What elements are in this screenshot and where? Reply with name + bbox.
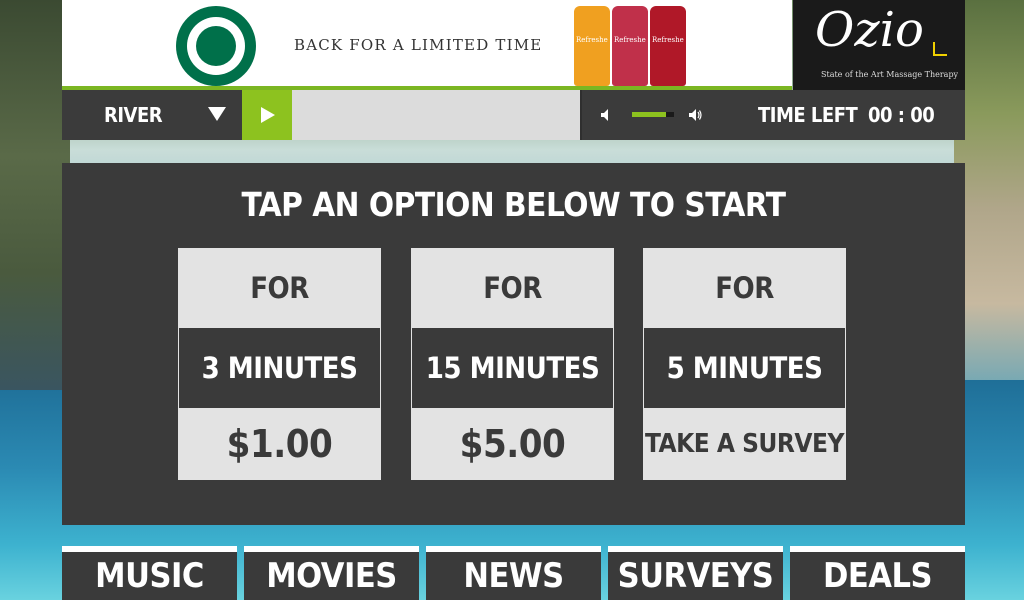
nav-surveys-button[interactable]: SURVEYS (608, 546, 783, 600)
option-survey-label: TAKE A SURVEY (645, 429, 844, 459)
drink-can: Refreshers (650, 6, 686, 86)
panel-title: TAP AN OPTION BELOW TO START (241, 185, 786, 224)
option-duration: 3 MINUTES (179, 328, 380, 408)
sponsor-logo[interactable]: Ozio State of the Art Massage Therapy (793, 0, 965, 90)
sponsor-name: Ozio (815, 2, 924, 58)
option-card-3-minutes[interactable]: FOR 3 MINUTES $1.00 (178, 248, 381, 480)
option-prefix: FOR (715, 271, 774, 305)
option-prefix: FOR (250, 271, 309, 305)
ad-banner[interactable]: Back for a limited time Refreshers Refre… (62, 0, 792, 90)
option-price: $5.00 (459, 422, 566, 466)
chevron-down-icon (208, 107, 226, 121)
play-icon (261, 107, 275, 123)
nav-movies-button[interactable]: MOVIES (244, 546, 419, 600)
time-left-value: 00 : 00 (868, 103, 935, 127)
volume-slider[interactable] (632, 112, 674, 117)
drink-can: Refreshers (612, 6, 648, 86)
nav-deals-button[interactable]: DEALS (790, 546, 965, 600)
volume-low-icon[interactable] (600, 108, 614, 122)
starbucks-logo-icon (176, 6, 256, 86)
background-left-cliff (0, 0, 70, 390)
massage-chair-icon (933, 42, 947, 56)
options-panel: TAP AN OPTION BELOW TO START FOR 3 MINUT… (62, 163, 965, 525)
track-progress-area (292, 90, 580, 140)
station-selector[interactable]: RIVER (62, 90, 242, 140)
drink-can: Refreshers (574, 6, 610, 86)
option-card-5-minutes[interactable]: FOR 5 MINUTES TAKE A SURVEY (643, 248, 846, 480)
player-bar: RIVER TIME LEFT 00 : 00 (62, 90, 965, 140)
option-duration: 5 MINUTES (644, 328, 845, 408)
nav-news-button[interactable]: NEWS (426, 546, 601, 600)
volume-slider-fill (632, 112, 666, 117)
play-button[interactable] (242, 90, 292, 140)
option-prefix: FOR (483, 271, 542, 305)
station-name: RIVER (104, 103, 163, 127)
volume-high-icon[interactable] (688, 108, 702, 122)
nav-music-button[interactable]: MUSIC (62, 546, 237, 600)
ad-tagline: Back for a limited time (294, 36, 543, 54)
option-price: $1.00 (226, 422, 333, 466)
sponsor-tagline: State of the Art Massage Therapy (821, 70, 959, 79)
drink-cans-image: Refreshers Refreshers Refreshers (574, 6, 686, 86)
option-duration: 15 MINUTES (412, 328, 613, 408)
time-left-label: TIME LEFT (758, 103, 858, 127)
option-card-15-minutes[interactable]: FOR 15 MINUTES $5.00 (411, 248, 614, 480)
volume-controls: TIME LEFT 00 : 00 (582, 90, 965, 140)
